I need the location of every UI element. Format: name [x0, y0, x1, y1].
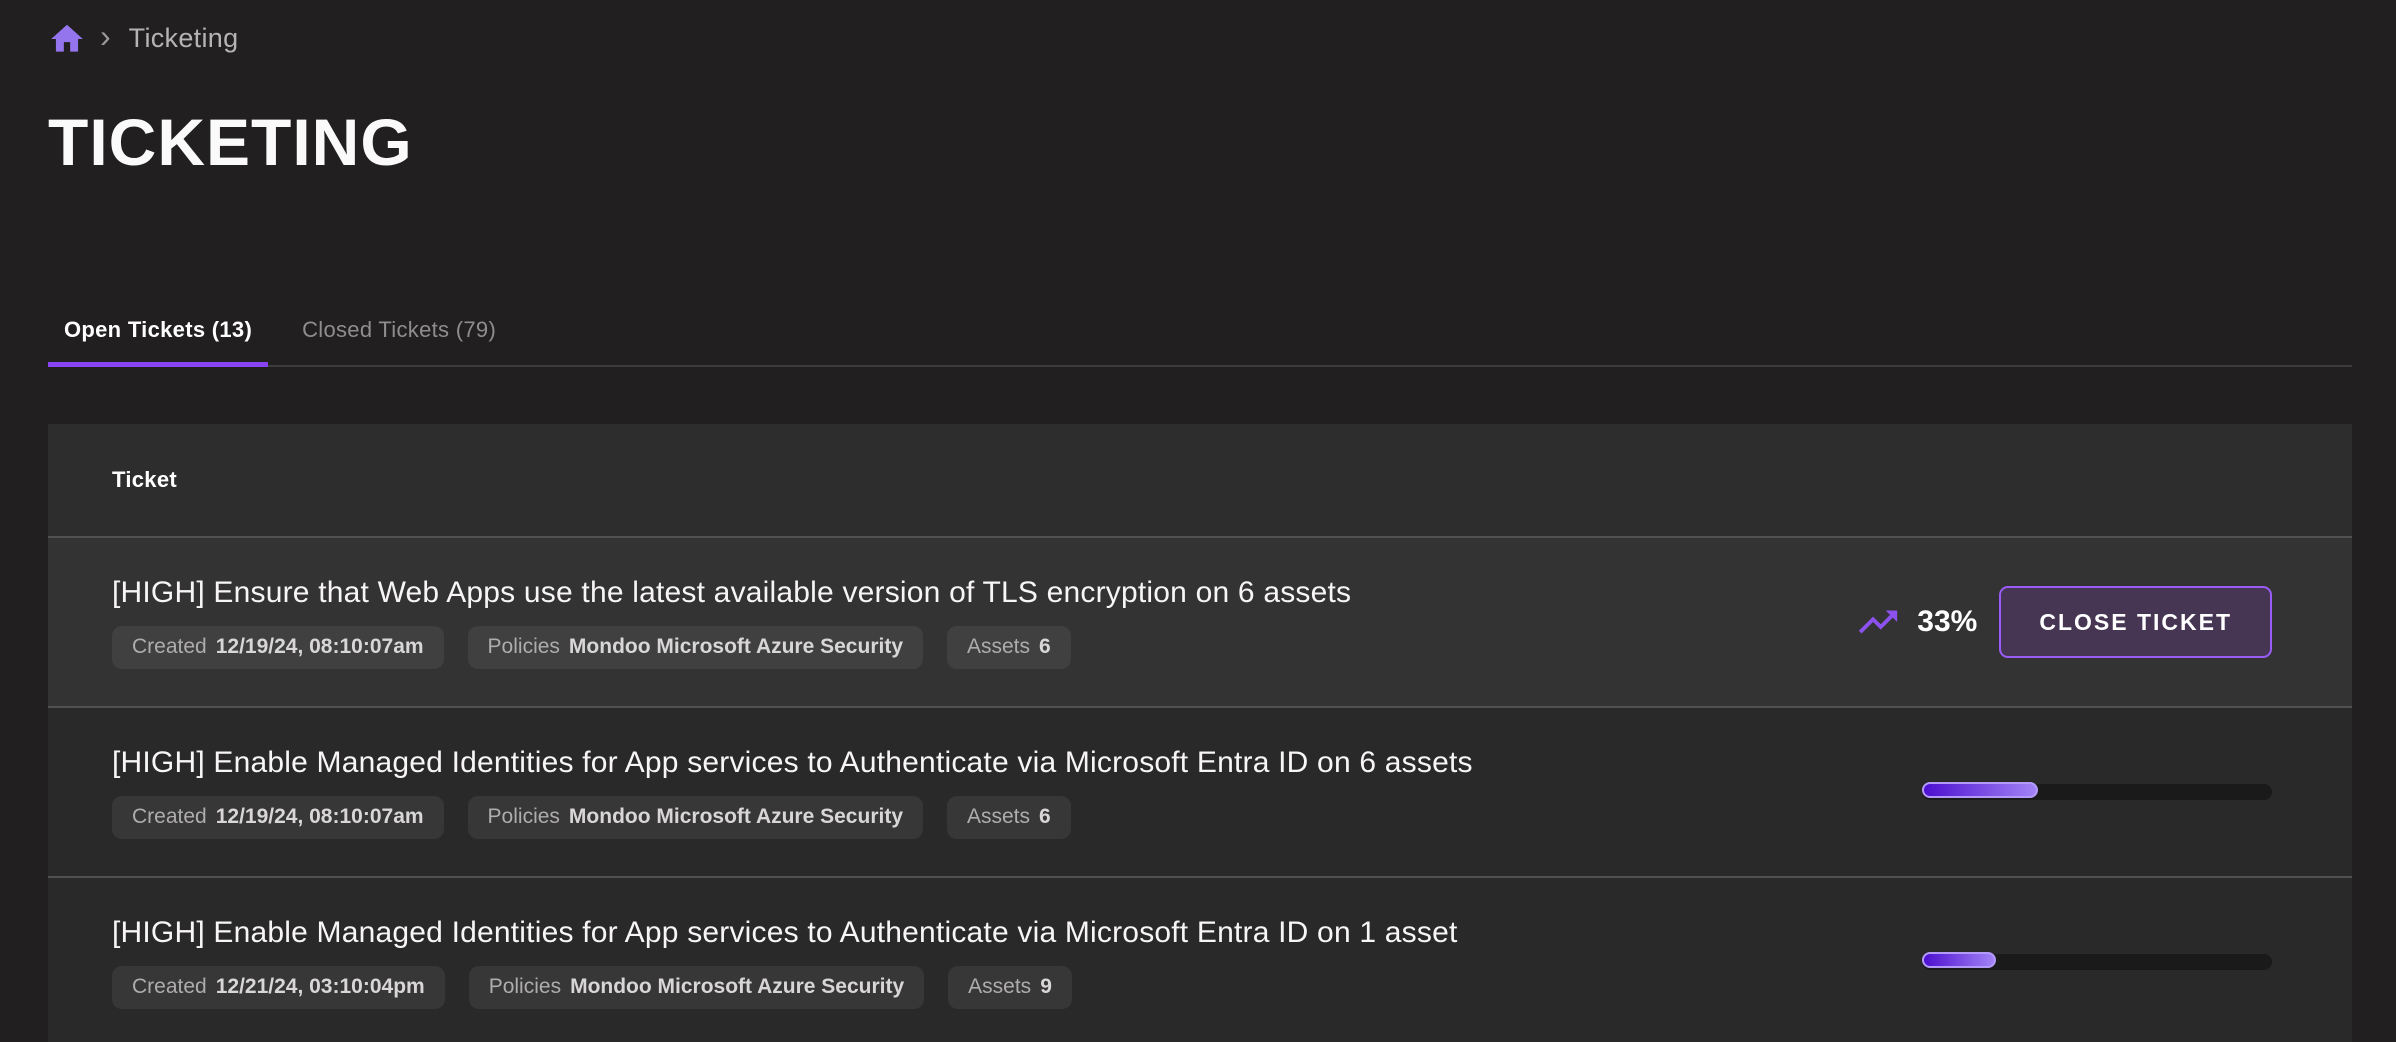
tab-open-tickets[interactable]: Open Tickets (13)	[48, 295, 268, 365]
column-header-ticket[interactable]: Ticket	[112, 467, 177, 493]
assets-value: 6	[1039, 805, 1051, 829]
created-label: Created	[132, 975, 207, 999]
created-value: 12/19/24, 08:10:07am	[216, 805, 424, 829]
table-row[interactable]: [HIGH] Enable Managed Identities for App…	[48, 876, 2352, 1042]
created-chip: Created 12/19/24, 08:10:07am	[112, 626, 444, 669]
assets-chip: Assets 6	[947, 796, 1071, 839]
table-row[interactable]: [HIGH] Enable Managed Identities for App…	[48, 706, 2352, 876]
ticket-progress-cell	[1922, 784, 2272, 800]
policies-value: Mondoo Microsoft Azure Security	[570, 975, 904, 999]
progress-percent: 33%	[1917, 605, 1977, 639]
policies-value: Mondoo Microsoft Azure Security	[569, 805, 903, 829]
ticket-info: [HIGH] Ensure that Web Apps use the late…	[112, 576, 1351, 669]
policies-label: Policies	[489, 975, 561, 999]
breadcrumb: › Ticketing	[48, 18, 238, 59]
ticket-info: [HIGH] Enable Managed Identities for App…	[112, 916, 1457, 1009]
table-header-row: Ticket	[48, 424, 2352, 536]
progress-bar	[1922, 954, 2272, 970]
created-value: 12/19/24, 08:10:07am	[216, 635, 424, 659]
ticket-title: [HIGH] Enable Managed Identities for App…	[112, 916, 1457, 950]
assets-value: 9	[1040, 975, 1052, 999]
assets-value: 6	[1039, 635, 1051, 659]
created-chip: Created 12/21/24, 03:10:04pm	[112, 966, 445, 1009]
progress-bar-fill	[1922, 782, 2038, 798]
tickets-table: Ticket [HIGH] Ensure that Web Apps use t…	[48, 424, 2352, 1042]
policies-value: Mondoo Microsoft Azure Security	[569, 635, 903, 659]
tab-bar: Open Tickets (13) Closed Tickets (79)	[48, 295, 2352, 367]
trending-up-icon	[1855, 599, 1901, 645]
home-icon-glyph	[48, 20, 86, 58]
breadcrumb-current: Ticketing	[129, 23, 239, 54]
ticket-progress-cell: 33% CLOSE TICKET	[1855, 586, 2272, 658]
ticket-chips: Created 12/19/24, 08:10:07am Policies Mo…	[112, 626, 1351, 669]
ticket-title: [HIGH] Enable Managed Identities for App…	[112, 746, 1473, 780]
assets-label: Assets	[968, 975, 1031, 999]
created-label: Created	[132, 805, 207, 829]
created-chip: Created 12/19/24, 08:10:07am	[112, 796, 444, 839]
ticket-info: [HIGH] Enable Managed Identities for App…	[112, 746, 1473, 839]
home-icon[interactable]	[48, 20, 86, 58]
progress-bar-fill	[1922, 952, 1996, 968]
policies-label: Policies	[488, 635, 560, 659]
assets-chip: Assets 9	[948, 966, 1072, 1009]
progress-bar	[1922, 784, 2272, 800]
assets-label: Assets	[967, 805, 1030, 829]
table-row[interactable]: [HIGH] Ensure that Web Apps use the late…	[48, 536, 2352, 706]
close-ticket-button[interactable]: CLOSE TICKET	[1999, 586, 2272, 658]
ticket-chips: Created 12/19/24, 08:10:07am Policies Mo…	[112, 796, 1473, 839]
tab-closed-tickets[interactable]: Closed Tickets (79)	[286, 295, 512, 365]
created-label: Created	[132, 635, 207, 659]
page-title: TICKETING	[48, 104, 413, 180]
ticket-chips: Created 12/21/24, 03:10:04pm Policies Mo…	[112, 966, 1457, 1009]
policies-chip: Policies Mondoo Microsoft Azure Security	[468, 796, 923, 839]
created-value: 12/21/24, 03:10:04pm	[216, 975, 425, 999]
assets-label: Assets	[967, 635, 1030, 659]
breadcrumb-separator-icon: ›	[100, 18, 111, 55]
policies-chip: Policies Mondoo Microsoft Azure Security	[468, 626, 923, 669]
policies-chip: Policies Mondoo Microsoft Azure Security	[469, 966, 924, 1009]
policies-label: Policies	[488, 805, 560, 829]
ticket-progress-cell	[1922, 954, 2272, 970]
assets-chip: Assets 6	[947, 626, 1071, 669]
ticket-title: [HIGH] Ensure that Web Apps use the late…	[112, 576, 1351, 610]
